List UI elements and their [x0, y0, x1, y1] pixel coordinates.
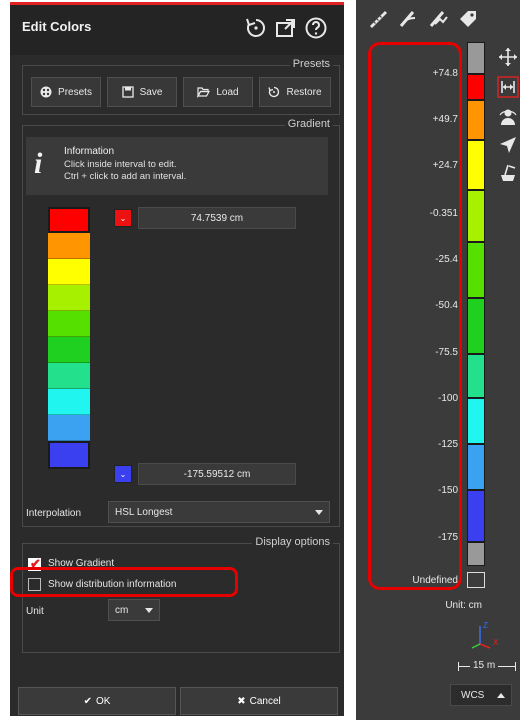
- save-button[interactable]: Save: [107, 77, 177, 107]
- presets-group: Presets Presets Save Load Restore: [22, 58, 340, 115]
- scale-segment: [467, 298, 485, 354]
- scale-tick: [515, 662, 516, 671]
- load-button-label: Load: [216, 86, 239, 98]
- cut-icon[interactable]: [397, 8, 419, 30]
- gradient-interval[interactable]: [48, 363, 90, 389]
- axis-gizmo-icon: Z X: [471, 621, 499, 649]
- gradient-interval[interactable]: [48, 285, 90, 311]
- info-icon: i: [34, 147, 43, 180]
- display-options-title: Display options: [252, 536, 333, 548]
- restore-button[interactable]: Restore: [259, 77, 331, 107]
- gradient-interval[interactable]: [48, 441, 90, 469]
- popout-icon[interactable]: [274, 16, 298, 40]
- palette-icon: [40, 86, 52, 98]
- information-panel: i Information Click inside interval to e…: [26, 137, 328, 195]
- save-icon: [121, 86, 134, 98]
- ok-button[interactable]: ✔ OK: [18, 687, 176, 715]
- edit-colors-dialog: Edit Colors Presets Presets Save Load Re…: [10, 2, 344, 716]
- gradient-interval[interactable]: [48, 389, 90, 415]
- top-value-field[interactable]: 74.7539 cm: [138, 207, 296, 229]
- clean-icon[interactable]: [497, 162, 519, 184]
- gradient-group-title: Gradient: [284, 118, 333, 130]
- chevron-down-icon: ⌄: [119, 213, 127, 223]
- restore-icon: [268, 86, 280, 98]
- bottom-color-picker[interactable]: ⌄: [114, 465, 132, 483]
- reset-icon[interactable]: [244, 16, 268, 40]
- gradient-interval[interactable]: [48, 311, 90, 337]
- cancel-button-label: Cancel: [249, 695, 281, 707]
- gradient-interval[interactable]: [48, 233, 90, 259]
- dialog-title: Edit Colors: [22, 19, 92, 34]
- scale-segment: [467, 398, 485, 444]
- person-view-icon[interactable]: [497, 106, 519, 128]
- gradient-interval[interactable]: [48, 337, 90, 363]
- scale-segment: [467, 190, 485, 242]
- highlight-annotation: [10, 567, 238, 597]
- top-color-picker[interactable]: ⌄: [114, 209, 132, 227]
- unit-text: Unit: cm: [445, 600, 482, 611]
- unit-label: Unit: [26, 606, 44, 617]
- scale-text: 15 m: [470, 660, 499, 671]
- scale-segment: [467, 490, 485, 542]
- chevron-down-icon: [315, 510, 323, 515]
- viewport-toolbar: [356, 0, 520, 38]
- scale-segment: [467, 140, 485, 190]
- info-title: Information: [64, 146, 115, 157]
- measure-icon[interactable]: [367, 8, 389, 30]
- interpolation-select[interactable]: HSL Longest: [108, 501, 330, 523]
- info-line-1: Click inside interval to edit.: [64, 159, 177, 170]
- interpolation-value: HSL Longest: [115, 506, 173, 518]
- scale-segment: [467, 100, 485, 140]
- checkmark-icon: ✔: [83, 695, 92, 707]
- highlight-annotation: [368, 42, 462, 590]
- fit-width-icon[interactable]: [497, 76, 519, 98]
- folder-open-icon: [197, 87, 211, 98]
- save-button-label: Save: [139, 86, 163, 98]
- svg-text:Z: Z: [483, 621, 488, 630]
- scale-segment: [467, 542, 485, 566]
- chevron-down-icon: ⌄: [119, 469, 127, 479]
- cut-plane-icon[interactable]: [427, 8, 449, 30]
- close-icon: ✖: [237, 695, 246, 707]
- presets-group-title: Presets: [289, 58, 333, 70]
- scale-tick: [458, 662, 459, 671]
- gradient-interval[interactable]: [48, 207, 90, 233]
- scale-segment: [467, 444, 485, 490]
- info-line-2: Ctrl + click to add an interval.: [64, 171, 187, 182]
- ok-button-label: OK: [95, 695, 111, 707]
- undefined-swatch: [467, 572, 485, 588]
- chevron-down-icon: [145, 608, 153, 613]
- scale-segment: [467, 354, 485, 398]
- svg-text:X: X: [493, 638, 499, 647]
- wcs-label: WCS: [461, 689, 485, 701]
- bottom-value-field[interactable]: -175.59512 cm: [138, 463, 296, 485]
- presets-button[interactable]: Presets: [31, 77, 101, 107]
- load-button[interactable]: Load: [183, 77, 253, 107]
- interpolation-label: Interpolation: [26, 508, 82, 519]
- restore-button-label: Restore: [286, 86, 322, 98]
- scale-segment: [467, 242, 485, 298]
- unit-select[interactable]: cm: [108, 599, 160, 621]
- move-icon[interactable]: [497, 46, 519, 68]
- dialog-header: Edit Colors: [10, 5, 344, 55]
- help-icon[interactable]: [304, 16, 328, 40]
- coordinate-system-select[interactable]: WCS: [450, 684, 512, 706]
- gradient-interval[interactable]: [48, 415, 90, 441]
- unit-value: cm: [115, 604, 129, 616]
- tag-icon[interactable]: [457, 8, 479, 30]
- gradient-interval[interactable]: [48, 259, 90, 285]
- scale-segment: [467, 74, 485, 100]
- chevron-up-icon: [497, 693, 505, 698]
- cancel-button[interactable]: ✖ Cancel: [180, 687, 338, 715]
- presets-button-label: Presets: [58, 86, 92, 98]
- scale-segment: [467, 42, 485, 74]
- navigate-icon[interactable]: [497, 134, 519, 156]
